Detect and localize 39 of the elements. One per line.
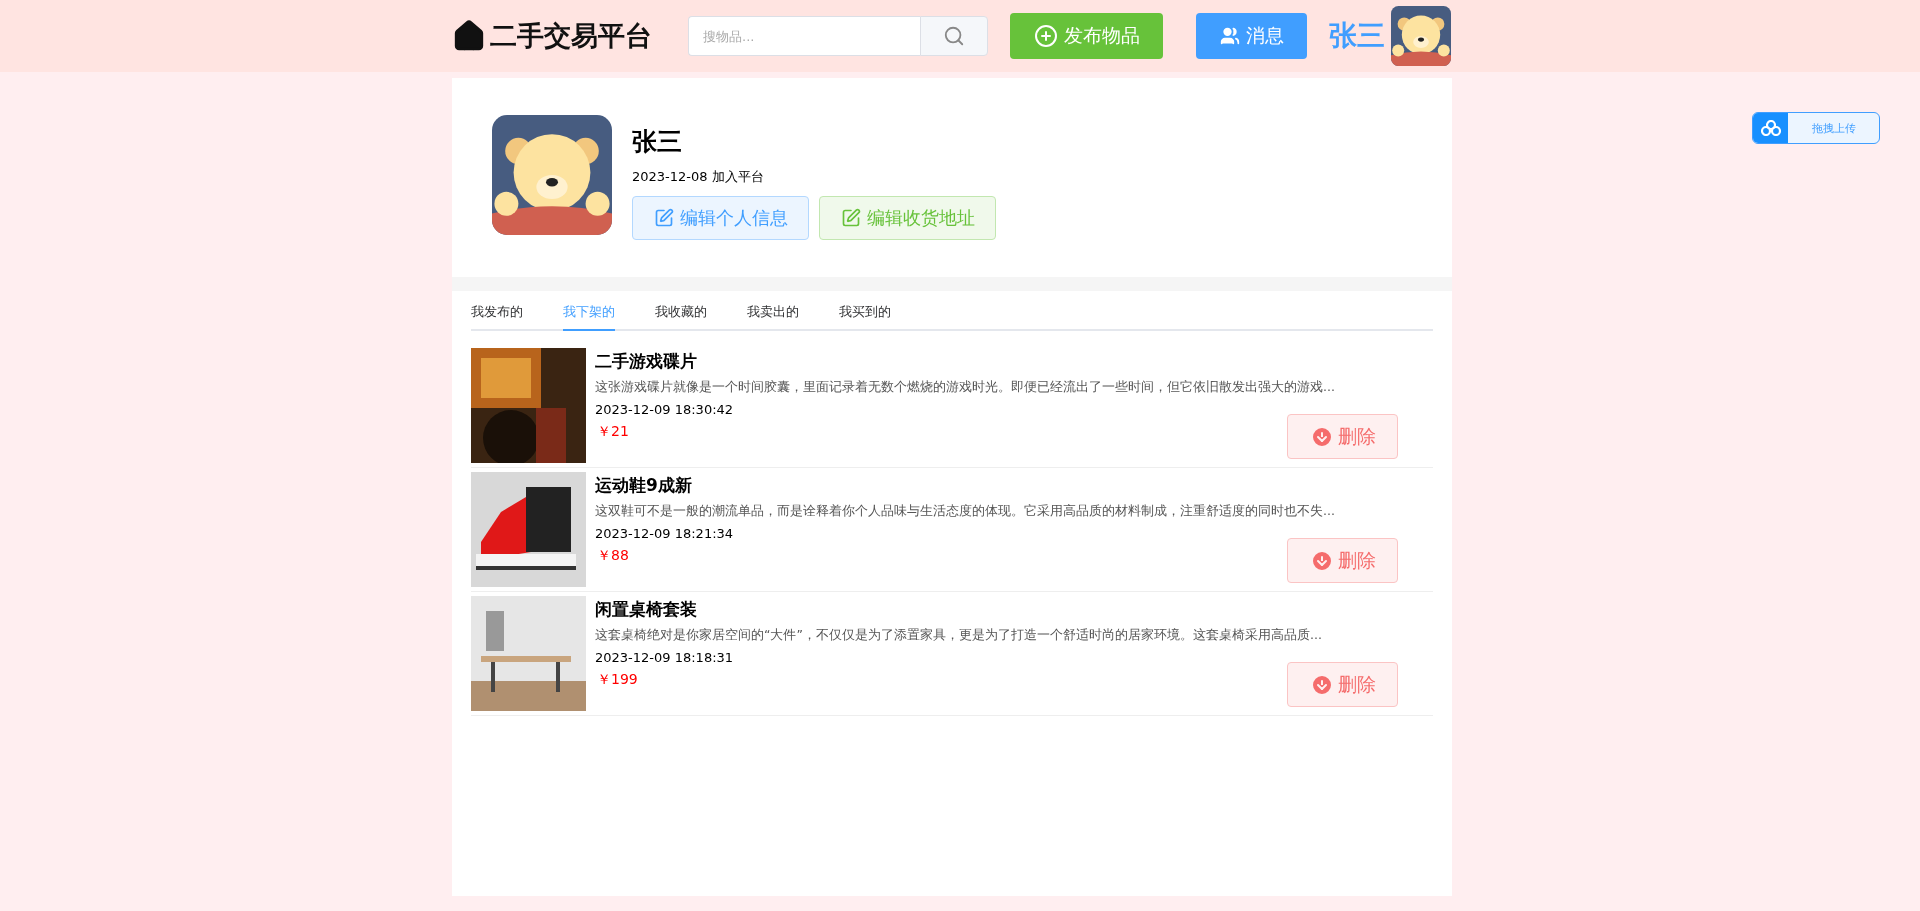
item-price: ￥21 xyxy=(597,423,629,441)
house-icon xyxy=(452,19,486,53)
search-button[interactable] xyxy=(920,16,988,56)
profile-name: 张三 xyxy=(632,126,683,158)
item-time: 2023-12-09 18:30:42 xyxy=(595,402,735,417)
user-name: 张三 xyxy=(1329,18,1385,54)
item-title[interactable]: 二手游戏碟片 xyxy=(595,350,1433,373)
delete-button[interactable]: 删除 xyxy=(1287,414,1398,459)
item-time: 2023-12-09 18:21:34 xyxy=(595,526,735,541)
edit-profile-button[interactable]: 编辑个人信息 xyxy=(632,196,809,240)
publish-button[interactable]: 发布物品 xyxy=(1010,13,1163,59)
item-description: 这双鞋可不是一般的潮流单品，而是诠释着你个人品味与生活态度的体现。它采用高品质的材料制成，注重舒适度的同时也不失... xyxy=(595,503,1336,520)
edit-icon xyxy=(840,208,861,228)
message-button[interactable]: 消息 xyxy=(1196,13,1307,59)
cloud-icon xyxy=(1760,120,1781,136)
logo-text: 二手交易平台 xyxy=(490,19,652,53)
search-icon xyxy=(943,25,965,47)
edit-icon xyxy=(653,208,674,228)
item-price: ￥199 xyxy=(597,671,638,689)
item-time: 2023-12-09 18:18:31 xyxy=(595,650,735,665)
plus-circle-icon xyxy=(1033,24,1058,48)
item-price: ￥88 xyxy=(597,547,629,565)
item-title[interactable]: 闲置桌椅套装 xyxy=(595,598,1433,621)
edit-address-button[interactable]: 编辑收货地址 xyxy=(819,196,996,240)
tab[interactable]: 我卖出的 xyxy=(747,303,799,331)
users-icon xyxy=(1219,26,1240,46)
item-title[interactable]: 运动鞋9成新 xyxy=(595,474,1433,497)
tab[interactable]: 我买到的 xyxy=(839,303,891,331)
join-date: 2023-12-08 加入平台 xyxy=(632,168,765,186)
drag-upload-button[interactable]: 拖拽上传 xyxy=(1752,112,1880,144)
tab[interactable]: 我发布的 xyxy=(471,303,523,331)
delete-button[interactable]: 删除 xyxy=(1287,662,1398,707)
item-description: 这张游戏碟片就像是一个时间胶囊，里面记录着无数个燃烧的游戏时光。即便已经流出了一些时间，但它依旧散发出强大的游戏... xyxy=(595,379,1336,396)
delete-button[interactable]: 删除 xyxy=(1287,538,1398,583)
tab[interactable]: 我下架的 xyxy=(563,303,615,331)
site-logo[interactable]: 二手交易平台 xyxy=(452,18,688,54)
item-description: 这套桌椅绝对是你家居空间的“大件”，不仅仅是为了添置家具，更是为了打造一个舒适时尚的居家环境。这套桌椅采用高品质... xyxy=(595,627,1323,644)
tab[interactable]: 我收藏的 xyxy=(655,303,707,331)
search-field[interactable]: 搜物品... xyxy=(688,16,920,56)
